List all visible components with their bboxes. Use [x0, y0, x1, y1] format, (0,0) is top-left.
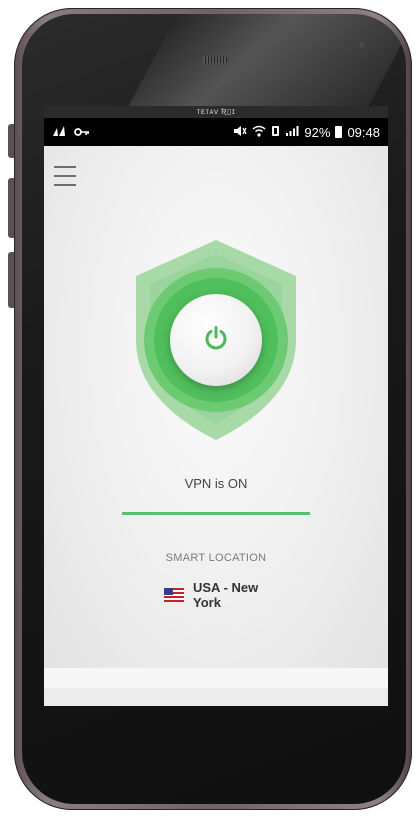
us-flag-icon — [164, 588, 184, 607]
data-icon — [271, 125, 280, 140]
phone-screen: ᴛᴇᴛᴀᴠ Ʀ▯ɪ 92% 09:48 VPN is ON SMART LOCA… — [44, 106, 388, 706]
status-bar: 92% 09:48 — [44, 118, 388, 146]
vpn-main-view: VPN is ON SMART LOCATION USA - New York — [44, 146, 388, 688]
key-icon — [74, 125, 90, 140]
earpiece-speaker — [203, 56, 227, 63]
location-name: USA - New York — [193, 580, 259, 610]
mute-icon — [233, 125, 248, 140]
screen-bottom-bar — [44, 668, 388, 688]
power-button[interactable] — [170, 294, 262, 386]
phone-mockup: ᴛᴇᴛᴀᴠ Ʀ▯ɪ 92% 09:48 VPN is ON SMART LOCA… — [0, 0, 417, 816]
bezel-glare — [126, 14, 406, 110]
wifi-icon — [252, 125, 266, 140]
battery-icon — [335, 126, 343, 138]
front-camera — [359, 42, 365, 48]
signal-alt-icon — [52, 125, 66, 140]
carrier-label: ᴛᴇᴛᴀᴠ Ʀ▯ɪ — [44, 106, 388, 118]
location-selector[interactable]: USA - New York — [164, 580, 273, 610]
vpn-status-text: VPN is ON — [184, 476, 248, 491]
status-underline — [122, 512, 310, 515]
battery-percent: 92% — [304, 124, 331, 140]
hamburger-menu-icon[interactable] — [54, 166, 76, 188]
power-icon — [203, 325, 229, 356]
smart-location-label: SMART LOCATION — [165, 552, 267, 564]
cell-signal-icon — [285, 125, 299, 140]
clock: 09:48 — [347, 124, 380, 140]
